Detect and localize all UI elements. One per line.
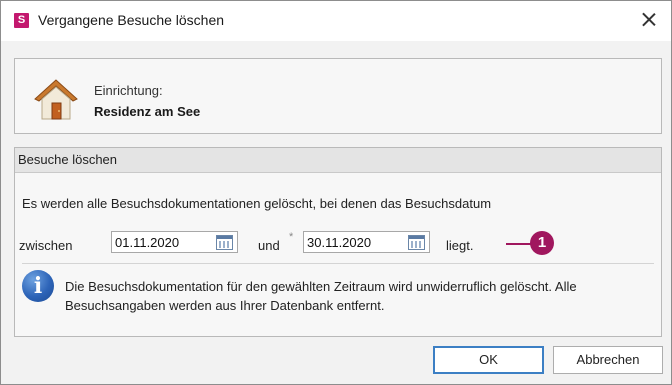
app-logo-icon: S [14,13,29,28]
close-icon[interactable] [637,8,661,32]
calendar-icon[interactable] [216,235,233,250]
facility-label: Einrichtung: [94,83,163,98]
info-message: Die Besuchsdokumentation für den gewählt… [65,279,577,313]
dialog-window: S Vergangene Besuche löschen Einrichtung… [0,0,672,385]
description-text: Es werden alle Besuchsdokumentationen ge… [22,196,492,211]
required-marker: * [289,231,294,243]
to-date-value: 30.11.2020 [307,235,372,250]
info-icon: i [22,270,54,302]
cancel-button[interactable]: Abbrechen [553,346,663,374]
title-bar: S Vergangene Besuche löschen [1,1,671,41]
delete-visits-group: Besuche löschen Es werden alle Besuchsdo… [14,147,662,337]
facility-panel: Einrichtung: Residenz am See [14,58,662,134]
and-label: und [258,238,280,253]
between-label: zwischen [19,238,73,253]
ok-button[interactable]: OK [433,346,544,374]
to-date-picker[interactable]: 30.11.2020 [303,231,430,253]
calendar-icon[interactable] [408,235,425,250]
divider [22,263,654,264]
group-header: Besuche löschen [15,148,661,173]
callout-line [506,243,531,245]
facility-name: Residenz am See [94,104,201,119]
from-date-picker[interactable]: 01.11.2020 [111,231,238,253]
dialog-title: Vergangene Besuche löschen [38,12,225,28]
group-title: Besuche löschen [18,152,118,167]
lies-label: liegt. [446,238,474,253]
callout-badge: 1 [530,231,554,255]
from-date-value: 01.11.2020 [115,235,180,250]
house-icon [34,79,78,120]
